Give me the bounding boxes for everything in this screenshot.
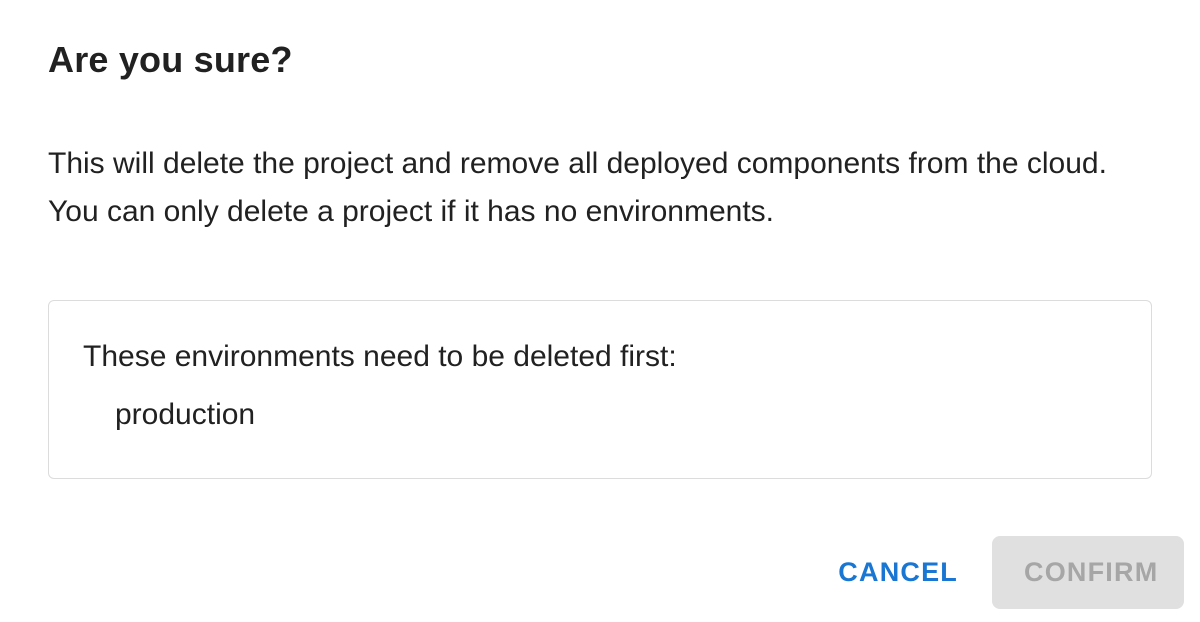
cancel-button[interactable]: CANCEL [820,536,976,609]
dialog-message: This will delete the project and remove … [48,140,1148,236]
dialog-title: Are you sure? [48,39,293,80]
environments-heading: These environments need to be deleted fi… [83,340,677,373]
message-line-2: You can only delete a project if it has … [48,195,775,228]
confirm-delete-dialog: Are you sure? This will delete the proje… [0,0,1200,622]
dialog-actions: CANCEL CONFIRM [820,536,1184,609]
dialog-content: This will delete the project and remove … [48,140,1152,479]
message-line-1: This will delete the project and remove … [48,147,1107,180]
environments-panel: These environments need to be deleted fi… [48,300,1152,479]
list-item: production [115,398,256,431]
environments-list: production [115,395,255,435]
confirm-button[interactable]: CONFIRM [992,536,1184,609]
